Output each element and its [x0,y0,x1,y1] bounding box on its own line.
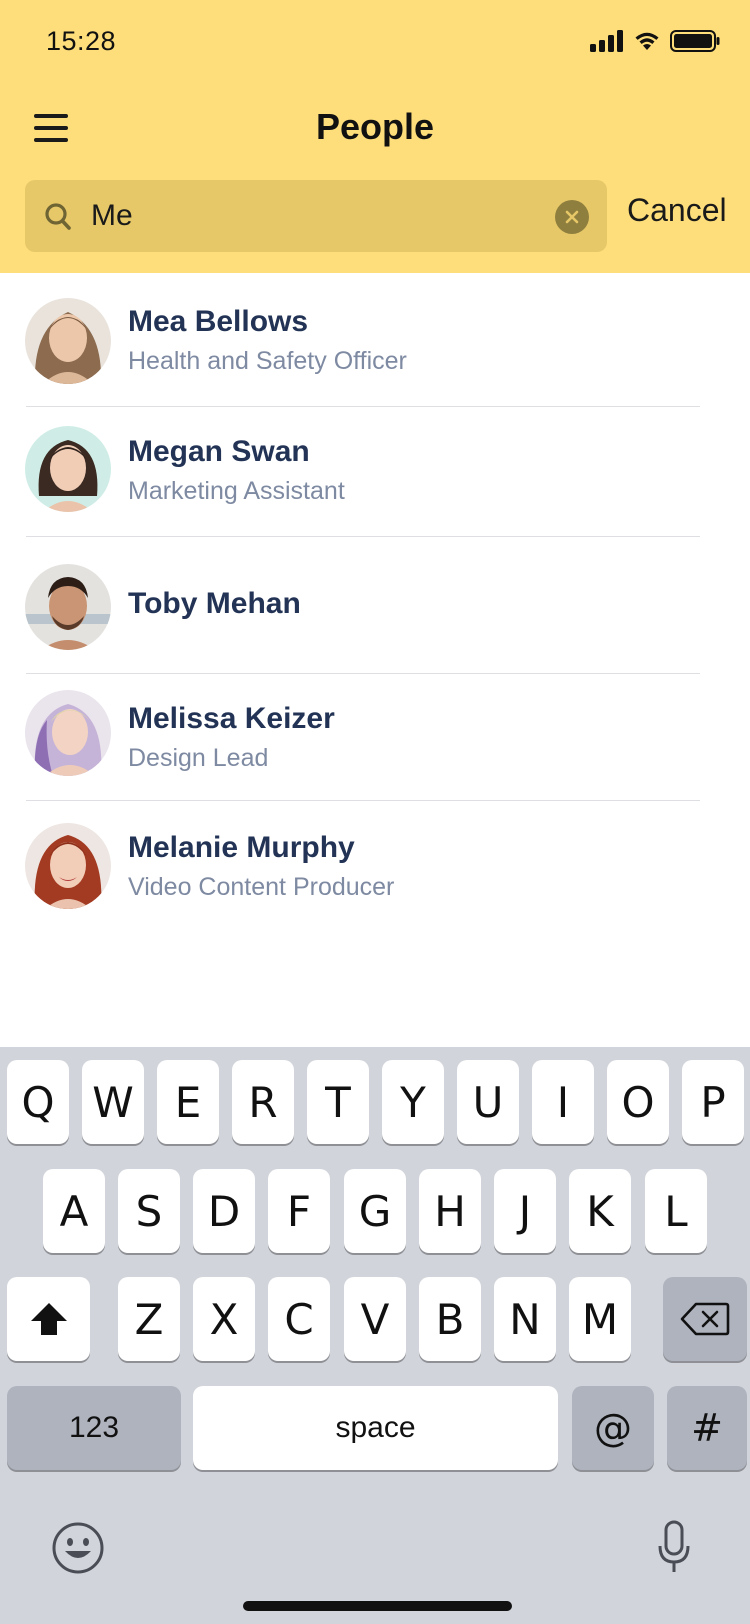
emoji-icon[interactable] [51,1521,105,1575]
key-m[interactable]: M [569,1277,631,1361]
person-name: Mea Bellows [128,305,309,338]
key-l[interactable]: L [645,1169,707,1253]
shift-key[interactable] [7,1277,90,1361]
avatar [25,690,111,776]
avatar [25,426,111,512]
search-icon [45,203,71,230]
person-role: Video Content Producer [128,873,395,901]
key-t[interactable]: T [307,1060,369,1144]
people-list: Mea Bellows Health and Safety Officer Me… [0,273,750,931]
key-u[interactable]: U [457,1060,519,1144]
backspace-icon [680,1302,730,1336]
person-name: Megan Swan [128,435,310,468]
numbers-key[interactable]: 123 [7,1386,181,1470]
shift-icon [30,1303,67,1335]
key-o[interactable]: O [607,1060,669,1144]
header: 15:28 People Me Cancel [0,0,750,273]
key-c[interactable]: C [268,1277,330,1361]
signal-icon [590,30,623,52]
key-x[interactable]: X [193,1277,255,1361]
person-role: Marketing Assistant [128,477,345,505]
key-y[interactable]: Y [382,1060,444,1144]
clear-search-icon[interactable] [555,200,589,234]
key-d[interactable]: D [193,1169,255,1253]
avatar [25,298,111,384]
key-n[interactable]: N [494,1277,556,1361]
list-item[interactable]: Melanie Murphy Video Content Producer [0,801,750,931]
keyboard: Q W E R T Y U I O P A S D F G H J K L Z … [0,1047,750,1624]
person-name: Toby Mehan [128,587,301,620]
key-q[interactable]: Q [7,1060,69,1144]
key-i[interactable]: I [532,1060,594,1144]
wifi-icon [635,32,659,50]
key-z[interactable]: Z [118,1277,180,1361]
list-item[interactable]: Toby Mehan [0,537,750,674]
hash-key[interactable]: # [667,1386,747,1470]
at-key[interactable]: @ [572,1386,654,1470]
list-item[interactable]: Megan Swan Marketing Assistant [0,407,750,537]
key-w[interactable]: W [82,1060,144,1144]
status-time: 15:28 [46,26,117,56]
search-bar [25,180,607,252]
key-e[interactable]: E [157,1060,219,1144]
home-indicator[interactable] [243,1601,512,1611]
person-role: Design Lead [128,744,269,772]
key-b[interactable]: B [419,1277,481,1361]
person-role: Health and Safety Officer [128,347,407,375]
key-s[interactable]: S [118,1169,180,1253]
key-g[interactable]: G [344,1169,406,1253]
page-title: People [315,106,435,147]
key-p[interactable]: P [682,1060,744,1144]
person-name: Melissa Keizer [128,702,335,735]
key-h[interactable]: H [419,1169,481,1253]
list-item[interactable]: Mea Bellows Health and Safety Officer [0,273,750,407]
key-k[interactable]: K [569,1169,631,1253]
avatar [25,564,111,650]
key-v[interactable]: V [344,1277,406,1361]
key-f[interactable]: F [268,1169,330,1253]
search-input[interactable] [91,194,561,238]
battery-icon [670,30,720,52]
key-j[interactable]: J [494,1169,556,1253]
backspace-key[interactable] [663,1277,747,1361]
list-item[interactable]: Melissa Keizer Design Lead [0,674,750,801]
status-icons [590,30,720,52]
key-r[interactable]: R [232,1060,294,1144]
avatar [25,823,111,909]
space-key[interactable]: space [193,1386,558,1470]
person-name: Melanie Murphy [128,831,355,864]
key-a[interactable]: A [43,1169,105,1253]
microphone-icon[interactable] [656,1520,692,1576]
cancel-button[interactable]: Cancel [627,192,727,229]
